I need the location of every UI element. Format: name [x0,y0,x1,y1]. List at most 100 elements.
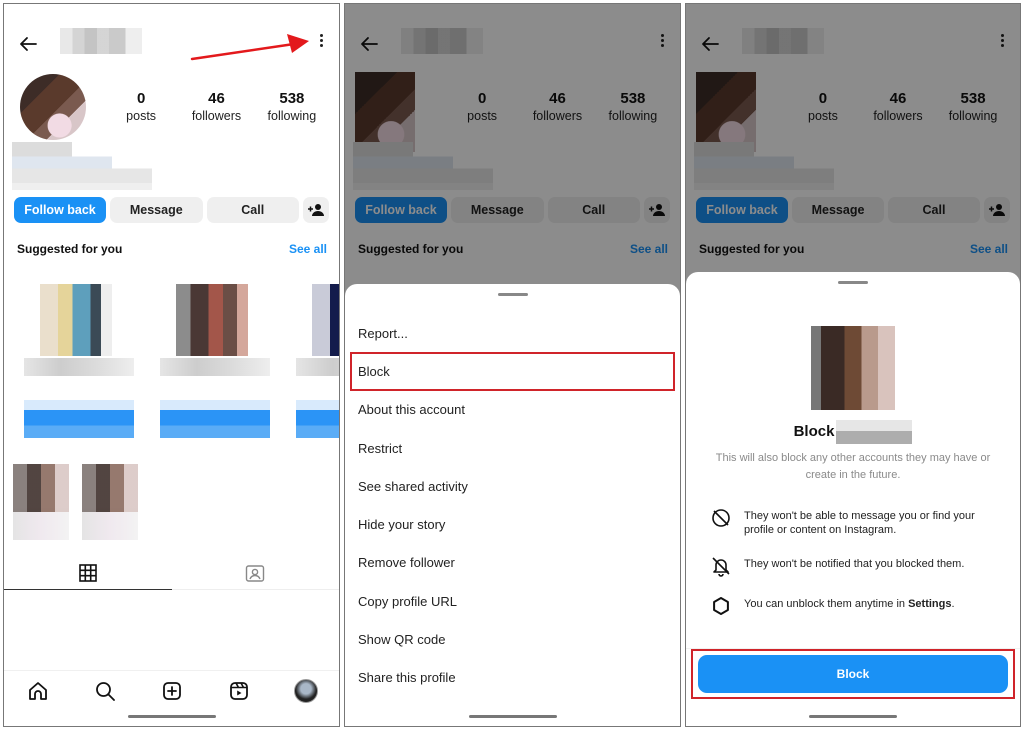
profile-page: 0 posts 46 followers 538 following Follow b… [4,4,339,726]
username-redacted [60,28,142,54]
suggested-avatar-redacted [40,284,112,356]
block-dialog-title: Block [686,420,1020,444]
block-bottom-sheet: Block This will also block any other acc… [686,272,1020,726]
stat-label: following [267,109,317,123]
fact-item: You can unblock them anytime in Settings… [710,597,992,617]
suggested-follow-button-redacted[interactable] [160,410,270,438]
highlight-thumb-redacted[interactable] [13,464,69,540]
suggested-avatar-redacted [176,284,248,356]
menu-item-remove-follower[interactable]: Remove follower [345,544,680,582]
stat-label: posts [126,109,157,123]
nav-reels[interactable] [227,679,251,703]
add-person-icon [308,204,324,216]
nav-create[interactable] [160,679,184,703]
stat-value: 538 [279,90,305,107]
stat-value: 0 [136,90,146,107]
blocked-user-avatar-redacted [811,326,895,410]
home-indicator [127,715,216,718]
options-bottom-sheet: Report... Block About this account Restr… [345,284,680,726]
suggested-follow-button-redacted[interactable] [296,410,339,438]
menu-item-qr-code[interactable]: Show QR code [345,620,680,658]
suggested-card[interactable] [24,272,146,444]
blocked-username-redacted [836,420,913,444]
fact-item: They won't be notified that you blocked … [710,557,992,577]
profile-actions: Follow back Message Call [14,197,329,223]
card-divider [24,400,134,410]
profile-header [4,28,339,58]
card-divider [160,400,270,410]
tagged-person-icon [246,564,265,582]
fact-text: They won't be able to message you or fin… [744,510,975,536]
fact-text: You can unblock them anytime in Settings… [744,598,955,612]
screen-profile: 0 posts 46 followers 538 following Follow b… [3,3,340,727]
block-dialog-subtitle: This will also block any other accounts … [715,452,991,481]
suggested-name-redacted [24,358,134,376]
no-message-icon [712,509,730,527]
block-consequences: They won't be able to message you or fin… [686,509,1020,617]
suggested-name-redacted [160,358,270,376]
tab-tagged[interactable] [172,556,340,589]
settings-link[interactable]: Settings [908,598,951,610]
suggested-name-redacted [296,358,339,376]
options-menu: Report... Block About this account Restr… [345,314,680,697]
more-options-icon[interactable] [317,32,325,54]
home-icon [28,681,47,700]
stat-value: 46 [208,90,225,107]
bottom-navigation [4,670,339,710]
message-button[interactable]: Message [110,197,203,223]
menu-item-copy-url[interactable]: Copy profile URL [345,582,680,620]
stat-followers[interactable]: 46 followers [179,90,253,123]
highlight-thumb-redacted[interactable] [82,464,138,540]
fact-text-part: . [951,598,955,610]
profile-avatar[interactable] [20,74,86,140]
nav-search[interactable] [93,679,117,703]
follow-back-button[interactable]: Follow back [14,197,106,223]
profile-tabs [4,556,339,590]
settings-gear-icon [713,597,729,615]
search-icon [95,681,115,701]
nav-home[interactable] [26,679,50,703]
fact-item: They won't be able to message you or fin… [710,509,992,537]
block-button-highlight: Block [691,649,1015,699]
suggest-people-button[interactable] [303,197,329,223]
suggested-header: Suggested for you See all [17,242,327,256]
stat-posts[interactable]: 0 posts [104,90,178,123]
screen-options-menu: 0 posts 46 followers 538 following Follow b… [344,3,681,727]
plus-square-icon [162,681,181,700]
menu-item-report[interactable]: Report... [345,314,680,352]
tab-grid[interactable] [4,556,172,590]
menu-item-share-profile[interactable]: Share this profile [345,659,680,697]
reels-icon [229,681,248,700]
fact-text: They won't be notified that you blocked … [744,558,965,570]
confirm-block-button[interactable]: Block [698,655,1008,693]
stat-following[interactable]: 538 following [255,90,329,123]
home-indicator [468,715,557,718]
menu-item-shared-activity[interactable]: See shared activity [345,467,680,505]
profile-stats: 0 posts 46 followers 538 following [104,90,329,123]
menu-item-restrict[interactable]: Restrict [345,429,680,467]
back-arrow-icon[interactable] [16,32,40,56]
home-indicator [809,715,897,718]
bio-redacted [12,142,152,190]
menu-item-hide-story[interactable]: Hide your story [345,505,680,543]
card-divider [296,400,339,410]
menu-item-about-account[interactable]: About this account [345,391,680,429]
sheet-grabber[interactable] [497,293,528,296]
sheet-grabber[interactable] [838,281,868,284]
suggested-cards [24,272,339,444]
grid-icon [78,563,97,582]
suggested-avatar-redacted [312,284,339,356]
nav-profile[interactable] [293,678,318,703]
stat-label: followers [191,109,242,123]
see-all-link[interactable]: See all [289,242,327,256]
block-title-text: Block [793,422,835,440]
suggested-title: Suggested for you [17,242,123,256]
suggested-card[interactable] [296,272,339,444]
bell-off-icon [712,557,730,577]
fact-text-part: You can unblock them anytime in [744,598,909,610]
suggested-card[interactable] [160,272,282,444]
suggested-follow-button-redacted[interactable] [24,410,134,438]
menu-item-block[interactable]: Block [350,352,675,391]
call-button[interactable]: Call [206,197,299,223]
screen-block-confirm: 0 posts 46 followers 538 following Follow b… [685,3,1021,727]
